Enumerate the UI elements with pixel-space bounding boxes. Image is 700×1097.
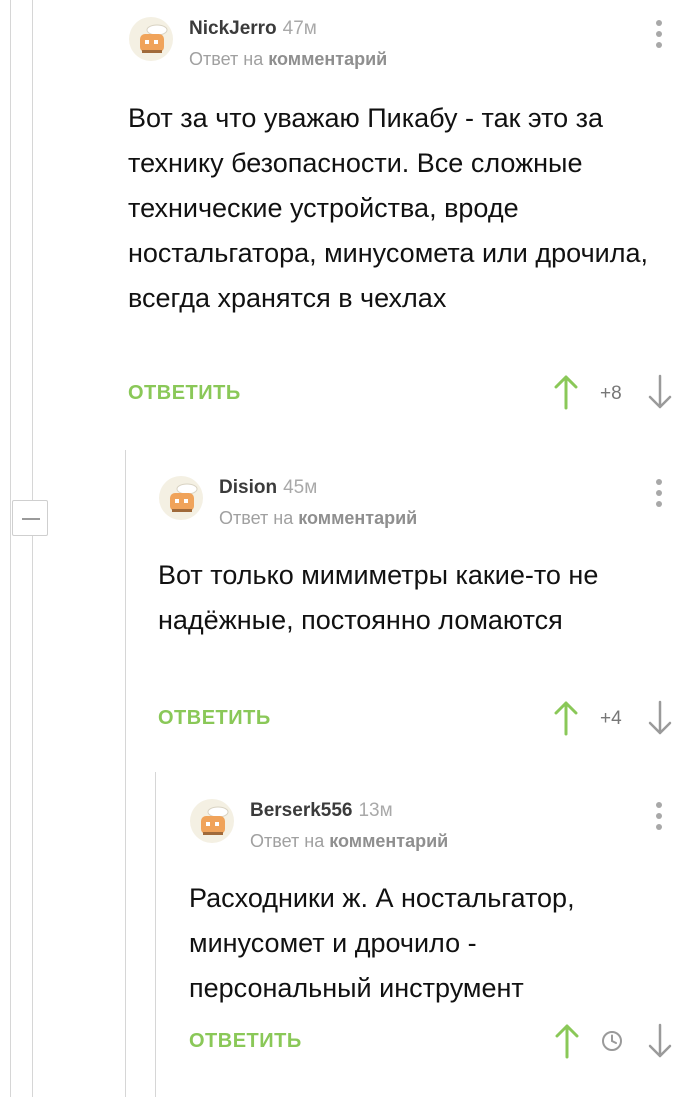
- more-vertical-icon[interactable]: [652, 20, 666, 54]
- comment-body: Вот за что уважаю Пикабу - так это за те…: [128, 103, 648, 313]
- comment-time: 47м: [282, 18, 317, 39]
- reply-reference: Ответ на комментарий: [219, 508, 418, 528]
- thread-line: [155, 772, 156, 1097]
- arrow-down-icon[interactable]: [648, 374, 672, 410]
- arrow-up-icon[interactable]: [554, 374, 578, 410]
- parent-comment-link[interactable]: комментарий: [268, 49, 387, 69]
- more-vertical-icon[interactable]: [652, 479, 666, 513]
- comment: Dision 45м Ответ на комментарий Вот тольк…: [158, 475, 680, 745]
- reply-button[interactable]: ОТВЕТИТЬ: [128, 382, 241, 405]
- comment-body: Вот только мимиметры какие-то не надёжны…: [158, 560, 599, 635]
- arrow-up-icon[interactable]: [554, 700, 578, 736]
- author-name[interactable]: Dision 45м: [219, 477, 317, 499]
- chef-avatar-icon[interactable]: [128, 16, 174, 62]
- rating-score: +8: [600, 383, 622, 404]
- thread-line: [125, 450, 126, 1097]
- clock-icon: [602, 1031, 622, 1051]
- author-name[interactable]: Berserk556 13м: [250, 800, 393, 822]
- comment-time: 45м: [283, 477, 318, 498]
- arrow-down-icon[interactable]: [648, 1023, 672, 1059]
- thread-line: [32, 0, 33, 1097]
- parent-comment-link[interactable]: комментарий: [298, 508, 417, 528]
- rating-score: +4: [600, 708, 622, 729]
- reply-reference: Ответ на комментарий: [189, 49, 388, 69]
- comment-time: 13м: [358, 800, 393, 821]
- thread-line: [10, 0, 11, 1097]
- chef-avatar-icon[interactable]: [189, 798, 235, 844]
- comment-body: Расходники ж. А ностальгатор, минусомет …: [189, 883, 575, 1003]
- parent-comment-link[interactable]: комментарий: [329, 831, 448, 851]
- reply-button[interactable]: ОТВЕТИТЬ: [158, 707, 271, 730]
- arrow-down-icon[interactable]: [648, 700, 672, 736]
- reply-reference: Ответ на комментарий: [250, 831, 449, 851]
- author-name[interactable]: NickJerro 47м: [189, 18, 317, 40]
- comment: NickJerro 47м Ответ на комментарий Вот за…: [128, 16, 680, 416]
- chef-avatar-icon[interactable]: [158, 475, 204, 521]
- arrow-up-icon[interactable]: [555, 1023, 579, 1059]
- comment: Berserk556 13м Ответ на комментарий Расхо…: [189, 798, 680, 1068]
- collapse-thread-button[interactable]: [12, 500, 48, 536]
- more-vertical-icon[interactable]: [652, 802, 666, 836]
- minus-icon: [22, 518, 40, 520]
- reply-button[interactable]: ОТВЕТИТЬ: [189, 1030, 302, 1053]
